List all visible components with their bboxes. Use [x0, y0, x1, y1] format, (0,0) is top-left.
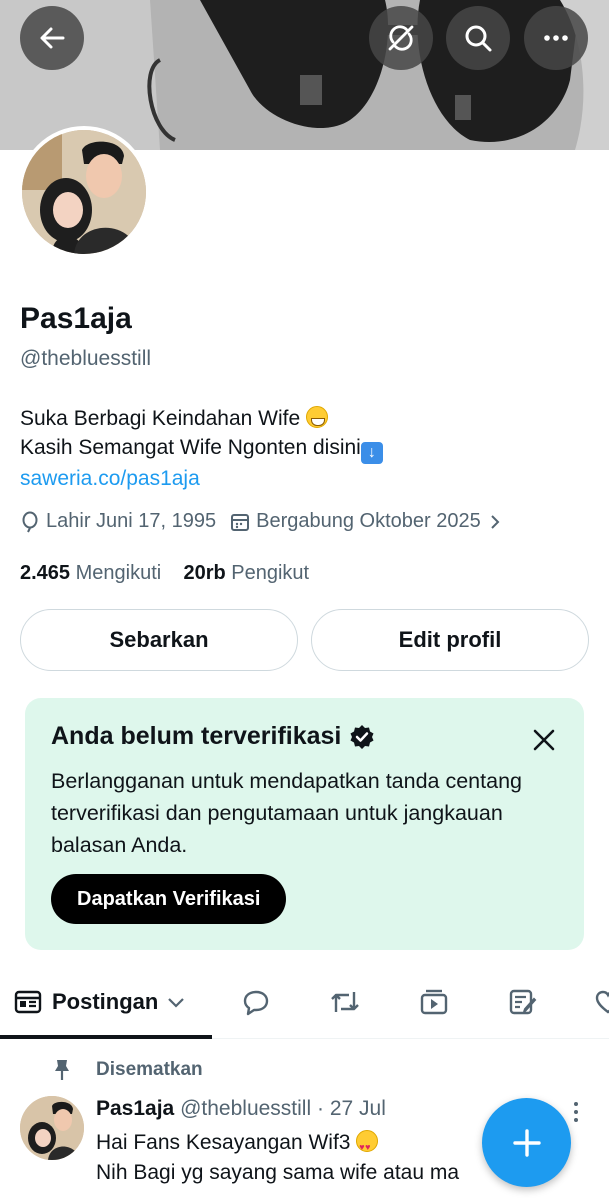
article-icon — [509, 989, 537, 1015]
post-author[interactable]: Pas1aja — [96, 1097, 174, 1120]
followers-label: Pengikut — [231, 562, 310, 584]
tab-posts-label: Postingan — [52, 989, 159, 1014]
compose-button[interactable] — [482, 1098, 571, 1187]
verification-title-text: Anda belum terverifikasi — [51, 722, 342, 750]
post-line-1: Hai Fans Kesayangan Wif3 — [96, 1131, 357, 1154]
tab-reposts[interactable] — [329, 966, 361, 1038]
more-icon — [544, 35, 568, 41]
video-icon — [420, 989, 448, 1015]
plus-icon — [512, 1128, 541, 1157]
profile-bio: Suka Berbagi Keindahan Wife Kasih Semang… — [20, 404, 383, 493]
profile-avatar[interactable] — [18, 126, 150, 258]
more-button[interactable] — [524, 6, 588, 70]
heart-eyes-emoji-icon — [356, 1130, 379, 1162]
tab-posts[interactable]: Postingan — [14, 966, 186, 1038]
repost-icon — [331, 992, 359, 1012]
bio-line-1: Suka Berbagi Keindahan Wife — [20, 407, 307, 430]
arrow-left-icon — [40, 27, 65, 49]
post-more-icon[interactable] — [571, 1100, 581, 1124]
following-count: 2.465 — [20, 562, 71, 584]
back-button[interactable] — [20, 6, 84, 70]
grin-emoji-icon — [306, 406, 329, 428]
sync-off-icon — [388, 25, 414, 51]
posts-icon — [14, 990, 42, 1014]
following-label: Mengikuti — [75, 562, 162, 584]
pin-icon — [55, 1060, 69, 1080]
close-icon[interactable] — [532, 728, 556, 752]
calendar-icon — [231, 513, 250, 531]
post-handle[interactable]: @thebluesstill — [180, 1097, 311, 1120]
pinned-label: Disematkan — [96, 1059, 203, 1080]
avatar-couple-image — [22, 130, 146, 254]
tab-likes[interactable] — [594, 966, 609, 1038]
tab-videos[interactable] — [419, 966, 449, 1038]
following-stat[interactable]: 2.465 Mengikuti — [20, 562, 161, 584]
chevron-down-icon — [168, 998, 185, 1008]
like-icon — [595, 990, 609, 1014]
edit-profile-button[interactable]: Edit profil — [311, 609, 589, 671]
search-icon — [465, 25, 492, 52]
joined-item[interactable]: Bergabung Oktober 2025 — [230, 510, 503, 533]
profile-link[interactable]: saweria.co/pas1aja — [20, 467, 200, 490]
post-header: Pas1aja @thebluesstill · 27 Jul — [96, 1097, 386, 1121]
profile-handle: @thebluesstill — [20, 347, 152, 370]
sync-off-button[interactable] — [369, 6, 433, 70]
tab-articles[interactable] — [508, 966, 538, 1038]
birthday-text: Lahir Juni 17, 1995 — [46, 510, 217, 532]
birthday-item: Lahir Juni 17, 1995 — [20, 510, 216, 533]
chevron-right-icon — [491, 514, 500, 529]
followers-count: 20rb — [183, 562, 226, 584]
verification-card: Anda belum terverifikasi Berlangganan un… — [25, 698, 584, 950]
post-separator: · — [316, 1097, 324, 1120]
profile-meta: Lahir Juni 17, 1995 Bergabung Oktober 20… — [20, 510, 517, 533]
search-button[interactable] — [446, 6, 510, 70]
verification-title: Anda belum terverifikasi — [51, 722, 558, 751]
post-line-2: Nih Bagi yg sayang sama wife atau ma — [96, 1161, 460, 1184]
active-tab-indicator — [0, 1035, 212, 1039]
verification-body: Berlangganan untuk mendapatkan tanda cen… — [51, 769, 522, 857]
post-body: Hai Fans Kesayangan Wif3 Nih Bagi yg say… — [96, 1128, 459, 1188]
follow-stats: 2.465 Mengikuti 20rb Pengikut — [20, 562, 309, 585]
get-verified-button[interactable]: Dapatkan Verifikasi — [51, 874, 287, 924]
followers-stat[interactable]: 20rb Pengikut — [183, 562, 309, 584]
bio-line-2: Kasih Semangat Wife Ngonten disini — [20, 436, 361, 459]
reply-icon — [243, 990, 269, 1016]
down-arrow-emoji-icon: ↓ — [360, 442, 383, 464]
profile-tabs: Postingan — [0, 966, 609, 1039]
profile-name: Pas1aja — [20, 302, 132, 335]
verified-badge-icon — [350, 724, 374, 749]
tab-replies[interactable] — [242, 966, 270, 1038]
balloon-icon — [22, 511, 38, 532]
post-avatar[interactable] — [20, 1096, 84, 1160]
joined-text: Bergabung Oktober 2025 — [256, 510, 481, 532]
share-button[interactable]: Sebarkan — [20, 609, 298, 671]
post-avatar-image — [20, 1096, 84, 1160]
pinned-indicator: Disematkan — [52, 1058, 203, 1082]
post-date[interactable]: 27 Jul — [330, 1097, 386, 1120]
